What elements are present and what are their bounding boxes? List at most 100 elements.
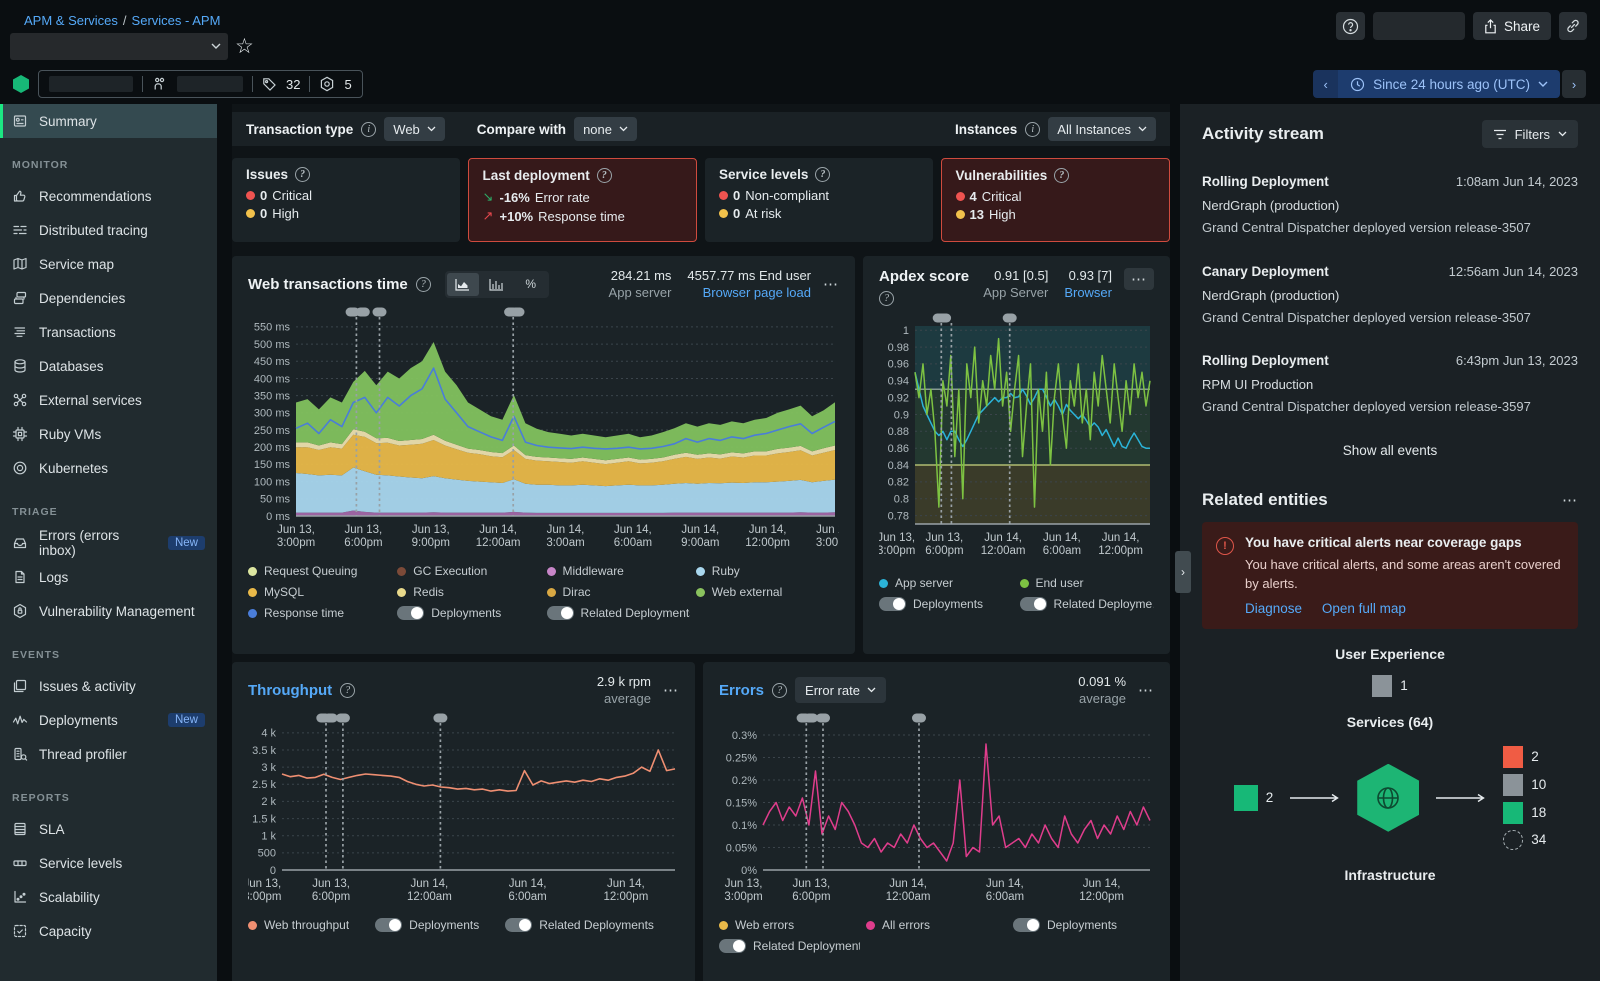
sidebar-item-deployments[interactable]: DeploymentsNew: [0, 703, 217, 737]
throughput-chart[interactable]: 4 k3.5 k3 k2.5 k2 k1.5 k1 k5000Jun 13,3:…: [248, 712, 679, 912]
legend-item-all-errors[interactable]: All errors: [866, 916, 1007, 934]
downstream-node-red[interactable]: 2: [1503, 746, 1546, 768]
time-picker-next-button[interactable]: ›: [1562, 70, 1586, 98]
legend-item-gc-execution[interactable]: GC Execution: [397, 562, 540, 580]
sidebar-item-issues-activity[interactable]: Issues & activity: [0, 669, 217, 703]
legend-item-response-time[interactable]: Response time: [248, 604, 391, 622]
chart-menu-button[interactable]: ⋯: [823, 275, 839, 293]
sidebar-item-thread-profiler[interactable]: Thread profiler: [0, 737, 217, 771]
legend-toggle[interactable]: [719, 939, 746, 953]
sidebar-item-recommendations[interactable]: Recommendations: [0, 179, 217, 213]
sidebar-item-sla[interactable]: SLA: [0, 812, 217, 846]
browser-link[interactable]: Browser: [1064, 285, 1112, 300]
instances-select[interactable]: All Instances: [1048, 117, 1156, 141]
breadcrumb-link-apm-services[interactable]: APM & Services: [24, 13, 118, 28]
time-picker-prev-button[interactable]: ‹: [1313, 70, 1338, 98]
legend-toggle[interactable]: [375, 918, 402, 932]
legend-toggle[interactable]: [1020, 597, 1047, 611]
help-icon[interactable]: ?: [416, 277, 431, 292]
breadcrumb-link-services-apm[interactable]: Services - APM: [132, 13, 221, 28]
legend-item-redis[interactable]: Redis: [397, 583, 540, 601]
help-icon[interactable]: ?: [879, 291, 894, 306]
chart-menu-button[interactable]: ⋯: [1124, 268, 1154, 290]
open-full-map-link[interactable]: Open full map: [1322, 601, 1406, 616]
web-transactions-chart[interactable]: 550 ms500 ms450 ms400 ms350 ms300 ms250 …: [248, 306, 839, 558]
activity-event[interactable]: Rolling Deployment1:08am Jun 14, 2023Ner…: [1202, 174, 1578, 238]
sidebar-item-external-services[interactable]: External services: [0, 383, 217, 417]
legend-toggle[interactable]: [879, 597, 906, 611]
legend-item-deployments[interactable]: Deployments: [879, 595, 1014, 613]
help-icon[interactable]: ?: [295, 167, 310, 182]
show-all-events-button[interactable]: Show all events: [1202, 443, 1578, 458]
sidebar-item-transactions[interactable]: Transactions: [0, 315, 217, 349]
sidebar-item-kubernetes[interactable]: Kubernetes: [0, 451, 217, 485]
legend-item-middleware[interactable]: Middleware: [547, 562, 690, 580]
time-picker-dropdown[interactable]: Since 24 hours ago (UTC): [1338, 70, 1560, 98]
sidebar-item-dependencies[interactable]: Dependencies: [0, 281, 217, 315]
downstream-node-gray[interactable]: 10: [1503, 774, 1546, 796]
help-icon[interactable]: ?: [340, 683, 355, 698]
error-rate-select[interactable]: Error rate: [795, 677, 886, 703]
downstream-node-green[interactable]: 18: [1503, 802, 1546, 824]
legend-item-request-queuing[interactable]: Request Queuing: [248, 562, 391, 580]
browser-page-load-link[interactable]: Browser page load: [687, 285, 811, 300]
chart-title-link[interactable]: Errors: [719, 682, 764, 699]
activity-event[interactable]: Canary Deployment12:56am Jun 14, 2023Ner…: [1202, 264, 1578, 328]
legend-item-deployments[interactable]: Deployments: [397, 604, 540, 622]
legend-item-dirac[interactable]: Dirac: [547, 583, 690, 601]
sidebar-item-ruby-vms[interactable]: Ruby VMs: [0, 417, 217, 451]
help-icon[interactable]: ?: [597, 168, 612, 183]
entity-metadata-chip[interactable]: 32 5: [38, 70, 363, 98]
sidebar-item-distributed-tracing[interactable]: Distributed tracing: [0, 213, 217, 247]
legend-toggle[interactable]: [547, 606, 574, 620]
share-button[interactable]: Share: [1473, 12, 1551, 40]
percent-toggle[interactable]: %: [515, 273, 547, 296]
chart-title-link[interactable]: Throughput: [248, 682, 332, 699]
help-button[interactable]: [1336, 12, 1365, 40]
legend-item-web-throughput[interactable]: Web throughput: [248, 916, 349, 934]
legend-toggle[interactable]: [397, 606, 424, 620]
summary-card-service-levels[interactable]: Service levels?0Non-compliant0At risk: [705, 158, 933, 242]
sidebar-item-errors-errors-inbox[interactable]: Errors (errors inbox)New: [0, 526, 217, 560]
sidebar-item-summary[interactable]: Summary: [0, 104, 217, 138]
favorite-star-icon[interactable]: ☆: [235, 33, 254, 60]
help-icon[interactable]: ?: [815, 167, 830, 182]
legend-item-related-deployments[interactable]: Related Deployments: [505, 916, 654, 934]
legend-item-related-deployments[interactable]: Related Deployments: [547, 604, 690, 622]
sidebar-item-vulnerability-management[interactable]: Vulnerability Management: [0, 594, 217, 628]
sidebar-item-scalability[interactable]: Scalability: [0, 880, 217, 914]
sidebar-item-service-map[interactable]: Service map: [0, 247, 217, 281]
apdex-chart[interactable]: 10.980.960.940.920.90.880.860.840.820.80…: [879, 312, 1154, 570]
sidebar-item-logs[interactable]: Logs: [0, 560, 217, 594]
legend-item-app-server[interactable]: App server: [879, 574, 1014, 592]
compare-with-select[interactable]: none: [574, 117, 637, 141]
upstream-services-node[interactable]: 2: [1234, 785, 1274, 811]
help-icon[interactable]: ?: [772, 683, 787, 698]
legend-item-end-user[interactable]: End user: [1020, 574, 1155, 592]
copy-link-button[interactable]: [1559, 12, 1587, 40]
related-entities-menu-button[interactable]: ⋯: [1562, 491, 1578, 509]
current-service-node[interactable]: [1357, 764, 1419, 832]
sidebar-item-service-levels[interactable]: Service levels: [0, 846, 217, 880]
legend-item-related-deployments[interactable]: Related Deployments: [719, 937, 860, 955]
summary-card-issues[interactable]: Issues?0Critical0High: [232, 158, 460, 242]
bar-chart-toggle[interactable]: [481, 273, 513, 296]
transaction-type-select[interactable]: Web: [384, 117, 445, 141]
info-icon[interactable]: i: [1025, 122, 1040, 137]
legend-item-related-deployme[interactable]: Related Deployme…: [1020, 595, 1155, 613]
panel-collapse-handle[interactable]: ›: [1175, 551, 1191, 593]
summary-card-last-deployment[interactable]: Last deployment?↘-16%Error rate↗+10%Resp…: [468, 158, 698, 242]
user-experience-node[interactable]: 1: [1202, 675, 1578, 697]
entity-selector-dropdown[interactable]: [10, 33, 228, 60]
legend-item-web-errors[interactable]: Web errors: [719, 916, 860, 934]
chart-menu-button[interactable]: ⋯: [1138, 681, 1154, 699]
area-chart-toggle[interactable]: [447, 273, 479, 296]
sidebar-item-capacity[interactable]: Capacity: [0, 914, 217, 948]
info-icon[interactable]: i: [361, 122, 376, 137]
legend-item-mysql[interactable]: MySQL: [248, 583, 391, 601]
help-icon[interactable]: ?: [1054, 168, 1069, 183]
errors-chart[interactable]: 0.3%0.25%0.2%0.15%0.1%0.05%0%Jun 13,3:00…: [719, 712, 1154, 912]
activity-event[interactable]: Rolling Deployment6:43pm Jun 13, 2023RPM…: [1202, 353, 1578, 417]
legend-item-web-external[interactable]: Web external: [696, 583, 839, 601]
downstream-node-dashed[interactable]: 34: [1503, 830, 1546, 850]
